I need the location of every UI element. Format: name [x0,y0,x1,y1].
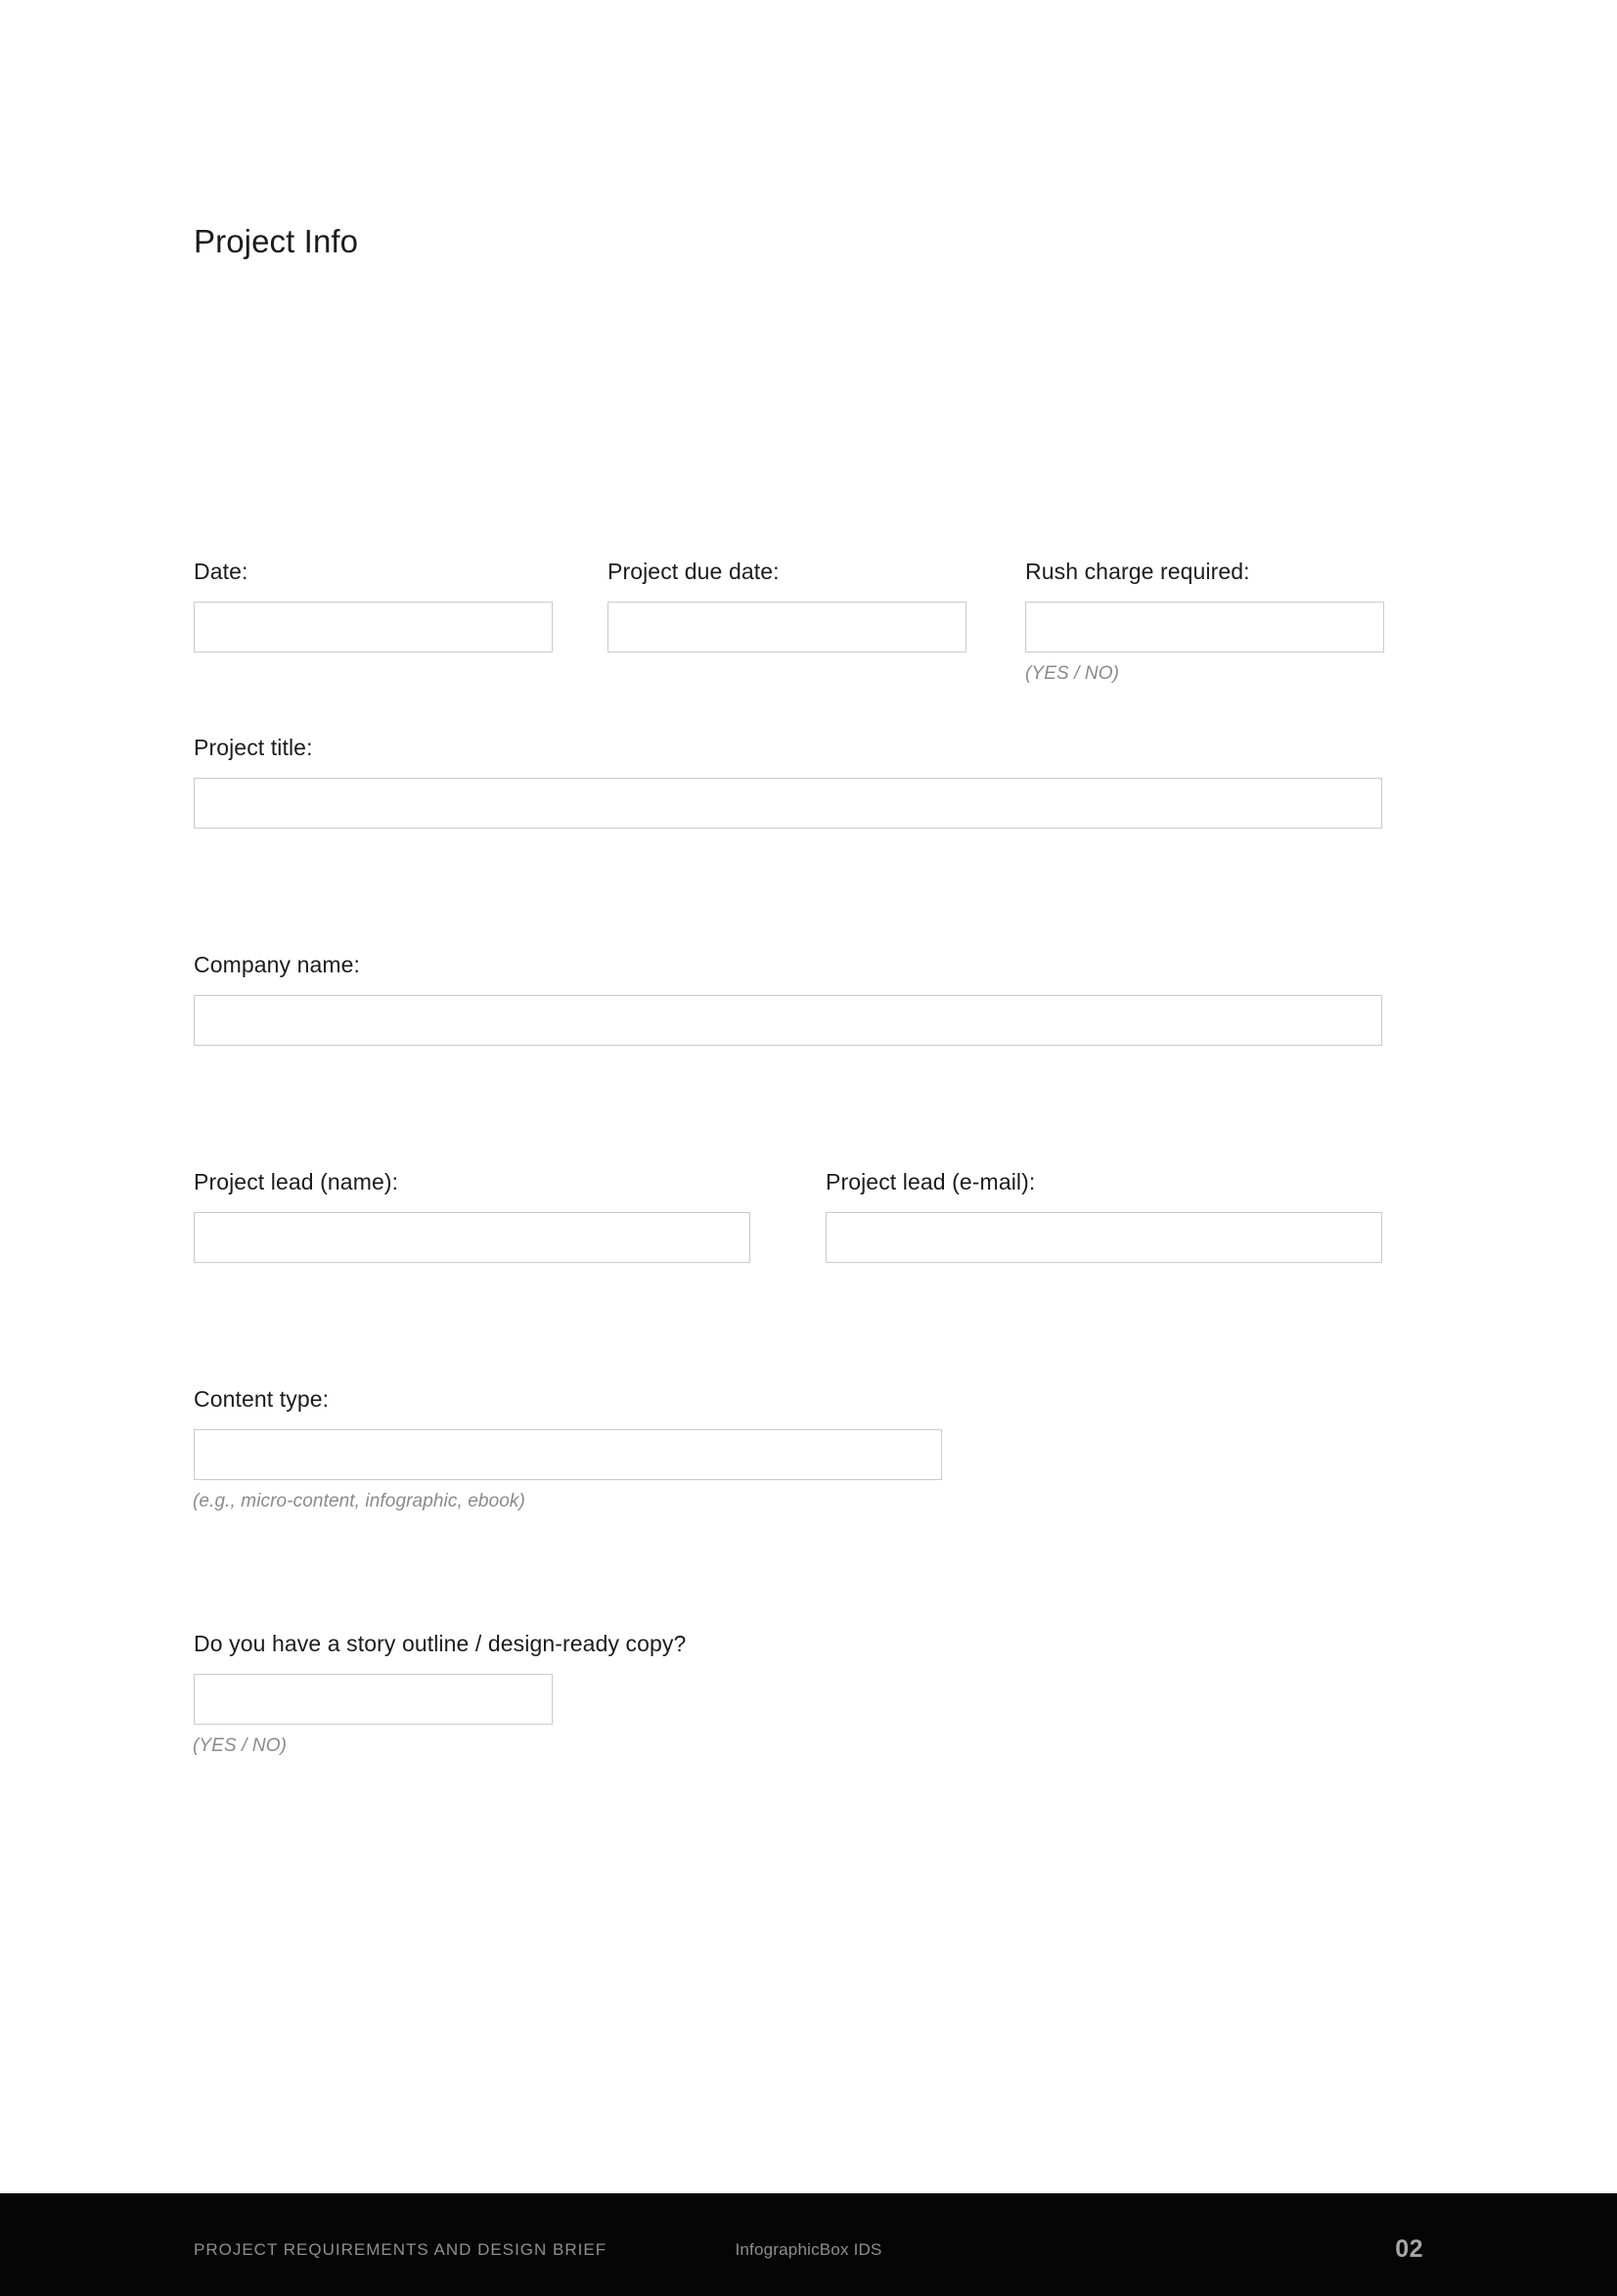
project-due-date-input[interactable] [607,602,966,653]
field-content-type-hint: (e.g., micro-content, infographic, ebook… [193,1491,525,1511]
footer-page-number: 02 [1395,2235,1423,2263]
rush-charge-required-input[interactable] [1025,602,1384,653]
project-lead-name-input[interactable] [194,1212,750,1263]
page-title: Project Info [194,223,359,260]
content-type-input[interactable] [194,1429,942,1480]
field-project-title: Project title: [194,734,1382,829]
field-rush-charge-required-hint: (YES / NO) [1025,663,1120,684]
form-row-project-title: Project title: [194,734,1382,951]
field-story-outline-hint: (YES / NO) [193,1735,288,1756]
form-row-project-lead: Project lead (name): Project lead (e-mai… [194,1168,1382,1385]
document-page: Project Info Date: Project due date: Rus… [0,0,1617,2296]
field-date: Date: [194,558,553,653]
field-date-label: Date: [194,559,248,584]
date-input[interactable] [194,602,553,653]
project-lead-email-input[interactable] [826,1212,1382,1263]
field-story-outline-label: Do you have a story outline / design-rea… [194,1631,687,1656]
field-rush-charge-required-label: Rush charge required: [1025,559,1250,584]
form-row-dates: Date: Project due date: Rush charge requ… [194,558,1384,734]
field-content-type: Content type: (e.g., micro-content, info… [193,1385,942,1513]
field-project-lead-email: Project lead (e-mail): [826,1168,1382,1263]
field-project-lead-name: Project lead (name): [194,1168,750,1263]
form-row-company-name: Company name: [194,951,1382,1168]
story-outline-input[interactable] [194,1674,553,1725]
field-project-title-label: Project title: [194,735,313,760]
field-company-name: Company name: [194,951,1382,1046]
footer-document-title: PROJECT REQUIREMENTS AND DESIGN BRIEF [194,2240,607,2259]
field-project-lead-email-label: Project lead (e-mail): [826,1169,1036,1194]
form-row-content-type: Content type: (e.g., micro-content, info… [193,1385,1382,1630]
field-rush-charge-required: Rush charge required: (YES / NO) [1025,558,1384,686]
footer-inner: PROJECT REQUIREMENTS AND DESIGN BRIEF In… [194,2193,1423,2296]
field-project-lead-name-label: Project lead (name): [194,1169,399,1194]
company-name-input[interactable] [194,995,1382,1046]
field-content-type-label: Content type: [194,1386,330,1412]
project-info-form: Date: Project due date: Rush charge requ… [193,558,1384,1825]
field-story-outline: Do you have a story outline / design-rea… [193,1630,687,1758]
form-row-story-outline: Do you have a story outline / design-rea… [193,1630,1382,1825]
field-project-due-date: Project due date: [607,558,966,653]
field-company-name-label: Company name: [194,952,361,977]
field-project-due-date-label: Project due date: [607,559,780,584]
footer-brand: InfographicBox IDS [735,2240,882,2259]
page-footer: PROJECT REQUIREMENTS AND DESIGN BRIEF In… [0,2193,1617,2296]
project-title-input[interactable] [194,778,1382,829]
